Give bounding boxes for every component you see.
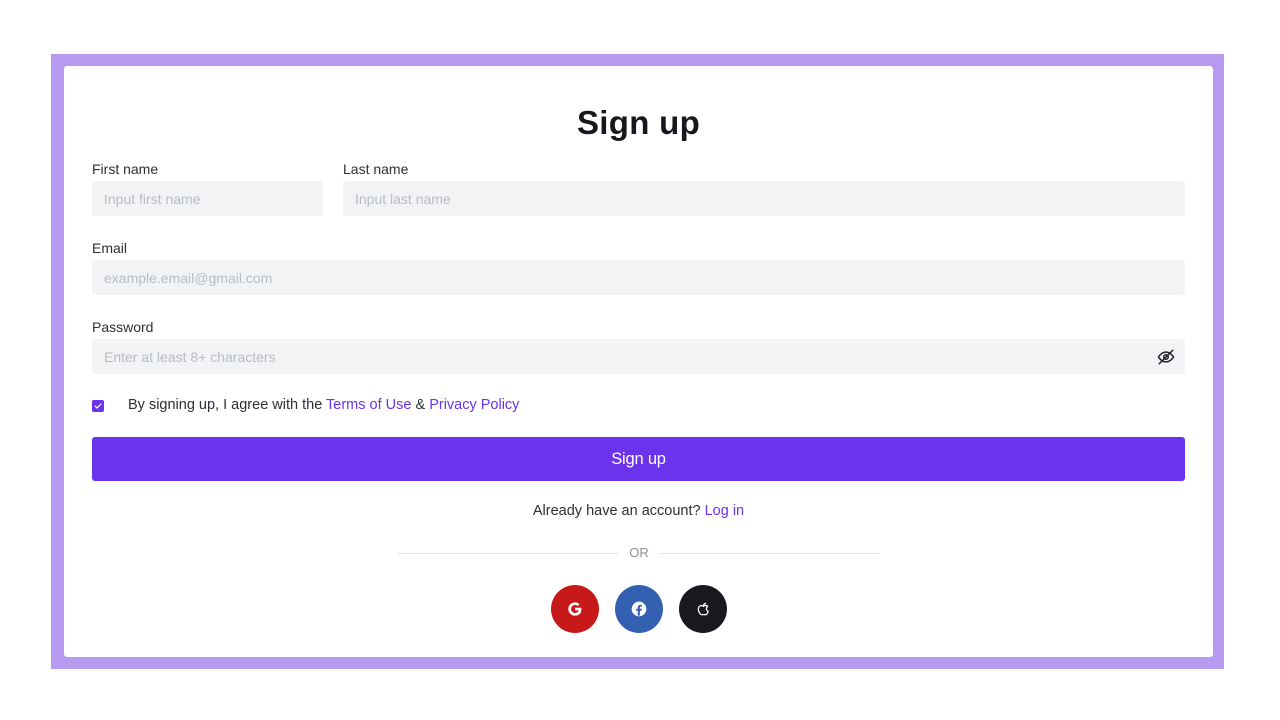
email-label: Email bbox=[92, 240, 128, 256]
terms-of-use-link[interactable]: Terms of Use bbox=[326, 397, 411, 413]
privacy-policy-link[interactable]: Privacy Policy bbox=[429, 397, 519, 413]
agree-checkbox[interactable] bbox=[92, 400, 104, 412]
password-label: Password bbox=[92, 319, 154, 335]
page-frame: Sign up First name Last name Email Passw… bbox=[51, 54, 1224, 669]
password-input[interactable] bbox=[92, 339, 1185, 374]
first-name-label: First name bbox=[92, 161, 159, 177]
agreement-prefix: By signing up, I agree with the bbox=[128, 397, 327, 413]
signup-card: Sign up First name Last name Email Passw… bbox=[64, 66, 1213, 657]
check-icon bbox=[94, 403, 102, 409]
sign-up-button[interactable]: Sign up bbox=[92, 437, 1185, 481]
eye-off-icon[interactable] bbox=[1157, 348, 1175, 366]
first-name-input[interactable] bbox=[92, 181, 323, 216]
google-login-button[interactable] bbox=[551, 585, 599, 633]
login-prompt: Already have an account? Log in bbox=[64, 503, 1213, 519]
facebook-login-button[interactable] bbox=[615, 585, 663, 633]
page-title: Sign up bbox=[576, 104, 701, 141]
apple-login-button[interactable] bbox=[679, 585, 727, 633]
log-in-link[interactable]: Log in bbox=[705, 503, 745, 519]
agreement-text: By signing up, I agree with the Terms of… bbox=[128, 397, 519, 413]
divider-left bbox=[398, 553, 618, 554]
email-input[interactable] bbox=[92, 260, 1185, 295]
divider-or-text: OR bbox=[629, 545, 649, 560]
divider-right bbox=[660, 553, 880, 554]
last-name-label: Last name bbox=[343, 161, 409, 177]
apple-icon bbox=[697, 602, 709, 615]
agreement-separator: & bbox=[411, 397, 430, 413]
facebook-icon bbox=[631, 601, 647, 617]
google-icon bbox=[568, 602, 582, 616]
login-prompt-text: Already have an account? bbox=[532, 503, 705, 519]
last-name-input[interactable] bbox=[343, 181, 1185, 216]
